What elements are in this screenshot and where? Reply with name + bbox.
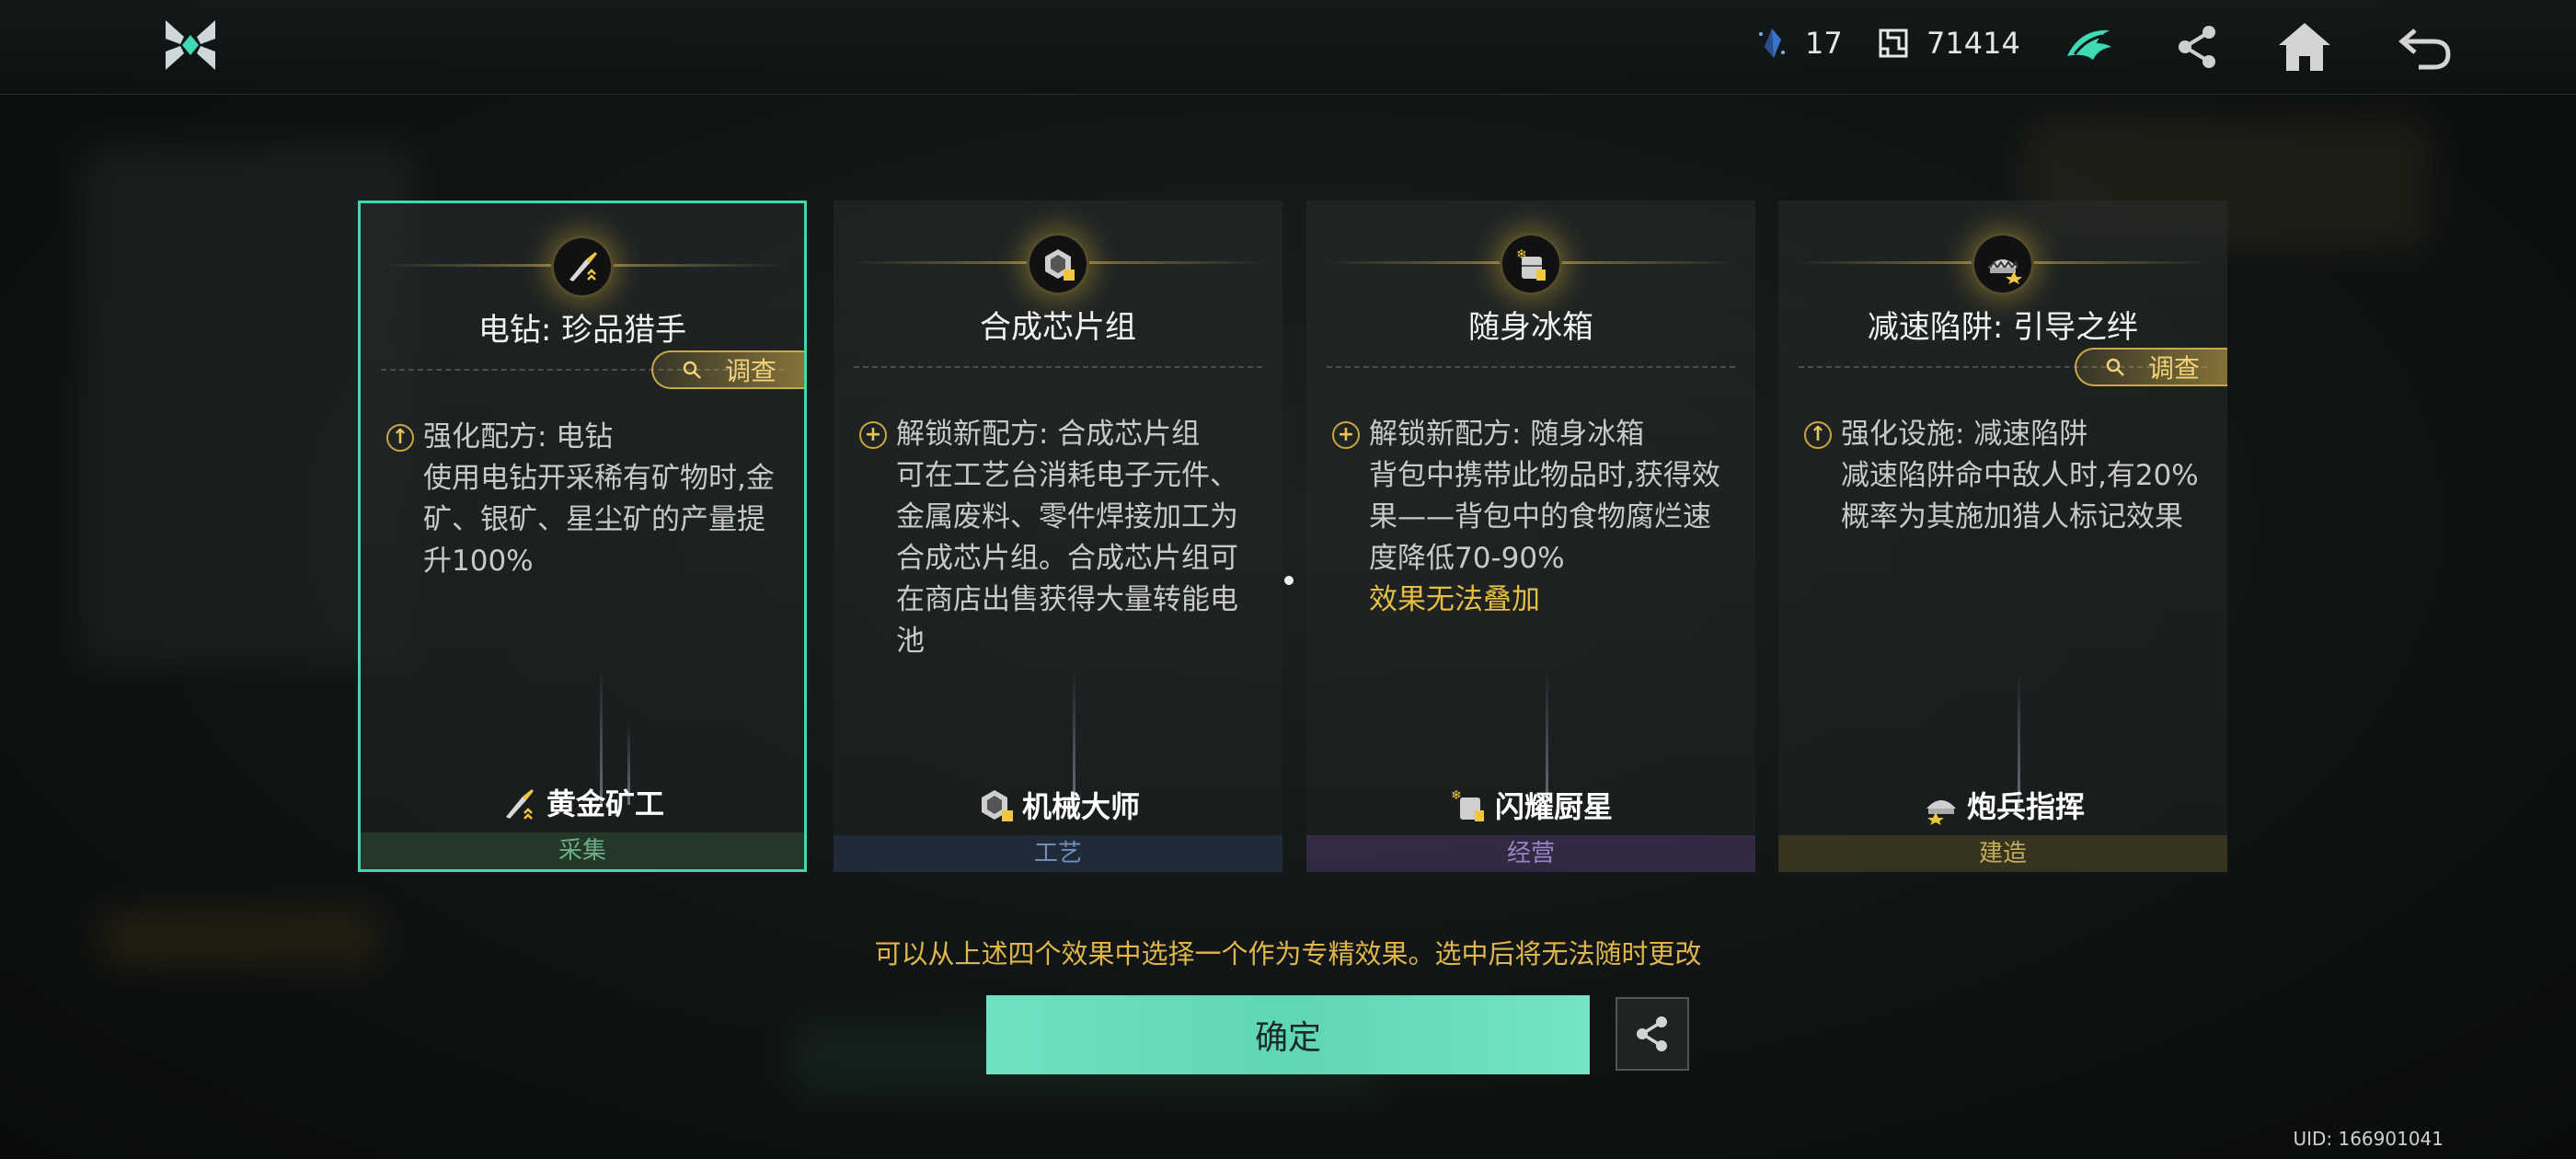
effect-body: 使用电钻开采稀有矿物时,金矿、银矿、星尘矿的产量提升100% <box>423 462 775 578</box>
perk-card-fridge[interactable]: ❄ 随身冰箱 + 解锁新配方: 随身冰箱 背包中携带此物品时,获得效果——背包中的… <box>1306 201 1755 872</box>
mastery-name: 炮兵指挥 <box>1778 784 2227 826</box>
upgrade-arrow-icon: ↑ <box>386 423 414 452</box>
game-logo-icon[interactable] <box>162 17 219 74</box>
faction-emblem-icon[interactable] <box>2057 15 2122 79</box>
share-button[interactable] <box>1616 997 1689 1071</box>
selection-hint: 可以从上述四个效果中选择一个作为专精效果。选中后将无法随时更改 <box>874 938 1702 970</box>
artillery-commander-icon <box>1926 800 1956 825</box>
share-icon <box>1637 1016 1667 1051</box>
currency-count: 71414 <box>1926 26 2020 61</box>
chipset-perk-icon <box>1029 235 1087 293</box>
svg-text:❄: ❄ <box>1451 788 1462 803</box>
effect-title: 解锁新配方: 合成芯片组 <box>896 418 1201 451</box>
puzzle-currency-icon <box>1879 29 1908 58</box>
investigate-button[interactable]: 调查 <box>651 350 804 389</box>
mastery-name: 机械大师 <box>834 784 1282 826</box>
unlock-plus-icon: + <box>859 420 887 449</box>
share-icon[interactable] <box>2166 15 2230 79</box>
mastery-name: ❄ 闪耀厨星 <box>1306 784 1755 826</box>
card-divider <box>1327 366 1735 368</box>
search-icon <box>2106 358 2124 376</box>
category-label: 经营 <box>1306 835 1755 872</box>
user-id: UID: 166901041 <box>2293 1128 2444 1150</box>
back-icon[interactable] <box>2392 15 2456 79</box>
page-indicator-dot <box>1284 576 1294 585</box>
unlock-plus-icon: + <box>1332 420 1360 449</box>
fridge-perk-icon: ❄ <box>1502 235 1559 293</box>
effect-body: 背包中携带此物品时,获得效果——背包中的食物腐烂速度降低70-90% <box>1369 459 1720 575</box>
investigate-label: 调查 <box>2147 353 2200 384</box>
effect-title: 强化配方: 电钻 <box>423 420 614 453</box>
card-effect: ↑ 强化设施: 减速陷阱 减速陷阱命中敌人时,有20%概率为其施加猎人标记效果 <box>1804 414 2203 538</box>
perk-card-trap[interactable]: 减速陷阱: 引导之绊 调查 ↑ 强化设施: 减速陷阱 减速陷阱命中敌人时,有20%… <box>1778 201 2227 872</box>
svg-text:❄: ❄ <box>1516 247 1527 262</box>
card-effect: + 解锁新配方: 合成芯片组 可在工艺台消耗电子元件、金属废料、零件焊接加工为合成… <box>859 414 1259 662</box>
perk-card-drill[interactable]: 电钻: 珍品猎手 调查 ↑ 强化配方: 电钻 使用电钻开采稀有矿物时,金矿、银矿、… <box>358 201 807 872</box>
card-title: 随身冰箱 <box>1468 309 1593 346</box>
crystal-count: 17 <box>1805 26 1843 61</box>
investigate-label: 调查 <box>724 356 776 386</box>
card-divider <box>854 366 1262 368</box>
gold-miner-icon <box>505 789 534 820</box>
effect-title: 强化设施: 减速陷阱 <box>1841 418 2088 451</box>
shining-chef-icon: ❄ <box>1451 788 1484 821</box>
home-icon[interactable] <box>2272 15 2337 79</box>
upgrade-arrow-icon: ↑ <box>1804 420 1832 449</box>
effect-body: 减速陷阱命中敌人时,有20%概率为其施加猎人标记效果 <box>1841 459 2199 534</box>
confirm-button[interactable]: 确定 <box>986 995 1590 1074</box>
resource-crystal: 17 <box>1755 26 1843 61</box>
crystal-shard-icon <box>1759 29 1785 58</box>
card-title: 减速陷阱: 引导之绊 <box>1867 309 2139 346</box>
mechanic-master-icon <box>981 790 1013 821</box>
perk-card-chipset[interactable]: 合成芯片组 + 解锁新配方: 合成芯片组 可在工艺台消耗电子元件、金属废料、零件焊… <box>834 201 1282 872</box>
top-bar: 17 71414 <box>0 0 2576 95</box>
investigate-button[interactable]: 调查 <box>2075 348 2227 386</box>
mastery-name: 黄金矿工 <box>361 781 804 823</box>
category-label: 建造 <box>1778 835 2227 872</box>
resource-currency: 71414 <box>1877 26 2020 61</box>
search-icon <box>683 361 701 379</box>
effect-warning: 效果无法叠加 <box>1369 583 1540 616</box>
trap-perk-icon <box>1974 235 2031 293</box>
effect-body: 可在工艺台消耗电子元件、金属废料、零件焊接加工为合成芯片组。合成芯片组可在商店出… <box>896 459 1238 658</box>
category-label: 采集 <box>361 832 804 869</box>
card-effect: ↑ 强化配方: 电钻 使用电钻开采稀有矿物时,金矿、银矿、星尘矿的产量提升100% <box>386 417 780 582</box>
drill-perk-icon <box>554 238 611 295</box>
card-effect: + 解锁新配方: 随身冰箱 背包中携带此物品时,获得效果——背包中的食物腐烂速度降… <box>1332 414 1731 621</box>
card-title: 电钻: 珍品猎手 <box>477 312 687 349</box>
effect-title: 解锁新配方: 随身冰箱 <box>1369 418 1645 451</box>
card-title: 合成芯片组 <box>980 309 1136 346</box>
category-label: 工艺 <box>834 835 1282 872</box>
